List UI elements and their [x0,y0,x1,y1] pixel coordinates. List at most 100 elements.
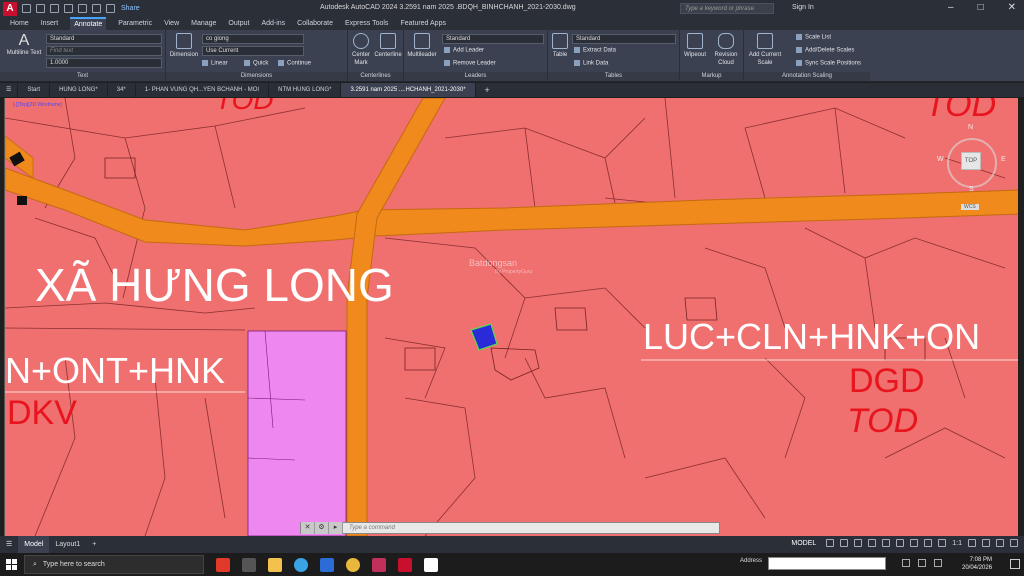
command-input[interactable]: Type a command [343,525,395,531]
tab-collaborate[interactable]: Collaborate [297,20,333,27]
save-as-icon[interactable] [64,4,73,13]
grid-icon[interactable] [826,539,835,547]
centerline-button[interactable]: Centerline [373,33,403,59]
taskbar-app-task-view-icon[interactable] [242,557,256,572]
tab-layout1[interactable]: Layout1 [49,536,86,553]
snap-icon[interactable] [840,539,849,547]
linear-button[interactable]: Linear [202,60,228,67]
file-tab-hung-long[interactable]: HUNG LONG* [50,83,108,97]
tab-parametric[interactable]: Parametric [118,20,152,27]
tab-manage[interactable]: Manage [191,20,216,27]
close-icon[interactable]: ✕ [301,522,315,534]
tray-volume-icon[interactable] [934,559,942,567]
tab-home[interactable]: Home [10,20,29,27]
file-tab-active[interactable]: 3.2591 nam 2025 ....HCHANH_2021-2030* [341,83,476,97]
save-icon[interactable] [50,4,59,13]
compass-north[interactable]: N [968,124,973,131]
dimstyle-select[interactable]: co giong [202,34,304,44]
model-space-toggle[interactable]: MODEL [791,540,816,547]
workspace-gear-icon[interactable] [968,539,976,547]
add-leader-button[interactable]: Add Leader [444,47,484,54]
table-button[interactable]: Table [550,33,570,59]
multiline-text-button[interactable]: A Multiline Text [6,33,42,57]
file-tab-phan-vung[interactable]: 1- PHAN VUNG QH...YEN BCHANH - MOI [136,83,270,97]
annotation-scale[interactable]: 1:1 [952,540,962,547]
selection-cycling-icon[interactable] [924,539,933,547]
dim-layer-select[interactable]: Use Current [202,46,304,56]
sign-in-button[interactable]: Sign In [792,4,814,11]
file-tab-ntm-hung-long[interactable]: NTM HUNG LONG* [269,83,342,97]
dimensions-panel-label[interactable]: Dimensions [166,72,347,81]
tray-network-icon[interactable] [918,559,926,567]
taskbar-edge-icon[interactable] [294,557,308,572]
address-toolbar-input[interactable] [768,557,886,570]
tables-panel-label[interactable]: Tables [548,72,679,81]
notification-icon[interactable] [1010,559,1020,569]
annotation-visibility-icon[interactable] [938,539,947,547]
taskbar-store-icon[interactable] [320,557,334,572]
ortho-icon[interactable] [854,539,863,547]
lineweight-icon[interactable] [896,539,905,547]
open-file-icon[interactable] [36,4,45,13]
taskbar-search-input[interactable]: ⌕ Type here to search [24,555,204,574]
customize-icon[interactable]: ⚙ [315,522,329,534]
close-button[interactable]: ✕ [1008,2,1016,13]
autocad-logo-icon[interactable]: A [3,1,17,16]
viewport-label[interactable]: [-][Top][2D Wireframe] [13,102,62,108]
tab-model[interactable]: Model [18,536,50,553]
revision-cloud-button[interactable]: Revision Cloud [711,33,741,67]
add-current-scale-button[interactable]: Add Current Scale [746,33,784,67]
link-data-button[interactable]: Link Data [574,60,608,67]
text-style-select[interactable]: Standard [46,34,162,44]
text-height-input[interactable]: 1.0000 [46,58,162,68]
tab-featured-apps[interactable]: Featured Apps [400,20,446,27]
file-tab-34[interactable]: 34* [108,83,136,97]
viewcube-top-face[interactable]: TOP [961,152,981,170]
customize-status-icon[interactable] [1010,539,1018,547]
tab-view[interactable]: View [164,20,179,27]
undo-icon[interactable] [92,4,101,13]
table-style-select[interactable]: Standard [572,34,676,44]
taskbar-file-explorer-icon[interactable] [268,557,282,572]
tray-chevron-icon[interactable] [902,559,910,567]
taskbar-clock[interactable]: 7:08 PM 20/04/2026 [962,556,992,572]
tab-insert[interactable]: Insert [41,20,59,27]
tab-add-ins[interactable]: Add-ins [261,20,285,27]
scale-list-button[interactable]: Scale List [796,34,831,41]
tab-annotate[interactable]: Annotate [70,17,107,30]
redo-icon[interactable] [106,4,115,13]
leaders-panel-label[interactable]: Leaders [404,72,547,81]
osnap-icon[interactable] [882,539,891,547]
compass-east[interactable]: E [1001,156,1006,163]
taskbar-app-icon[interactable] [372,557,386,572]
taskbar-app-wps-icon[interactable] [216,557,230,572]
polar-icon[interactable] [868,539,877,547]
leader-style-select[interactable]: Standard [442,34,544,44]
transparency-icon[interactable] [910,539,919,547]
wcs-menu[interactable]: WCS [961,204,979,210]
tab-express-tools[interactable]: Express Tools [345,20,388,27]
taskbar-autocad-icon[interactable] [398,557,412,572]
taskbar-app-chat-icon[interactable] [424,557,438,572]
text-panel-label[interactable]: Text [0,72,165,81]
taskbar-chrome-icon[interactable] [346,557,360,572]
recent-commands-icon[interactable]: ▸ [329,522,343,534]
layout-menu-icon[interactable]: ☰ [0,536,18,553]
extract-data-button[interactable]: Extract Data [574,47,616,54]
sync-scale-positions-button[interactable]: Sync Scale Positions [796,60,861,67]
markup-panel-label[interactable]: Markup [680,72,743,81]
multileader-button[interactable]: Multileader [405,33,439,59]
help-search-input[interactable]: Type a keyword or phrase [680,3,774,14]
app-menu-icon[interactable]: ☰ [0,83,19,97]
add-layout-plus-icon[interactable]: + [86,536,102,553]
dimension-button[interactable]: Dimension [168,33,200,59]
remove-leader-button[interactable]: Remove Leader [444,60,496,67]
compass-south[interactable]: S [969,186,974,193]
new-file-icon[interactable] [22,4,31,13]
center-mark-button[interactable]: Center Mark [349,33,373,67]
minimize-button[interactable]: – [948,2,954,13]
start-button[interactable] [0,553,22,576]
drawing-canvas[interactable]: [-][Top][2D Wireframe] XÃ HƯNG LONG Batd… [4,98,1018,536]
plot-icon[interactable] [78,4,87,13]
file-tab-start[interactable]: Start [18,83,51,97]
